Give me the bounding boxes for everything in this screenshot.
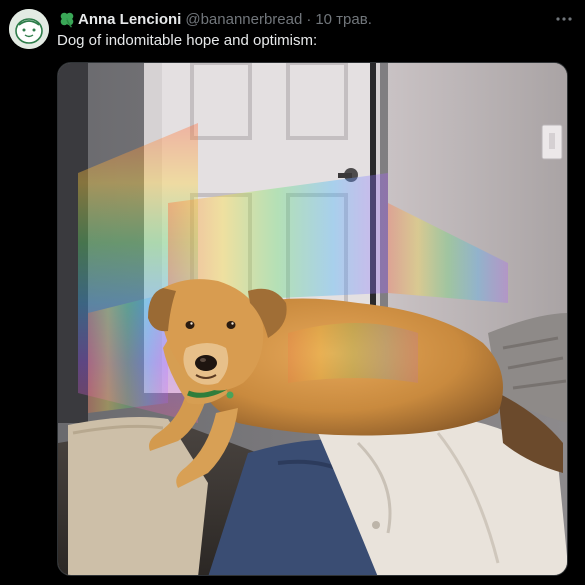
avatar-image (9, 9, 49, 49)
tweet-text: Dog of indomitable hope and optimism: (57, 32, 318, 49)
separator-dot: · (306, 10, 312, 28)
tweet-header: Anna Lencioni @banannerbread · 10 трав. (58, 9, 575, 29)
avatar[interactable] (9, 9, 49, 49)
more-horizontal-icon (556, 17, 572, 21)
author-handle[interactable]: @banannerbread (185, 11, 302, 28)
timestamp[interactable]: 10 трав. (315, 11, 372, 28)
dog-photo[interactable] (57, 62, 568, 576)
dog-photo-image (58, 63, 567, 575)
four-leaf-clover-icon (60, 12, 74, 28)
more-options-button[interactable] (553, 8, 575, 30)
author-name[interactable]: Anna Lencioni (78, 11, 181, 28)
